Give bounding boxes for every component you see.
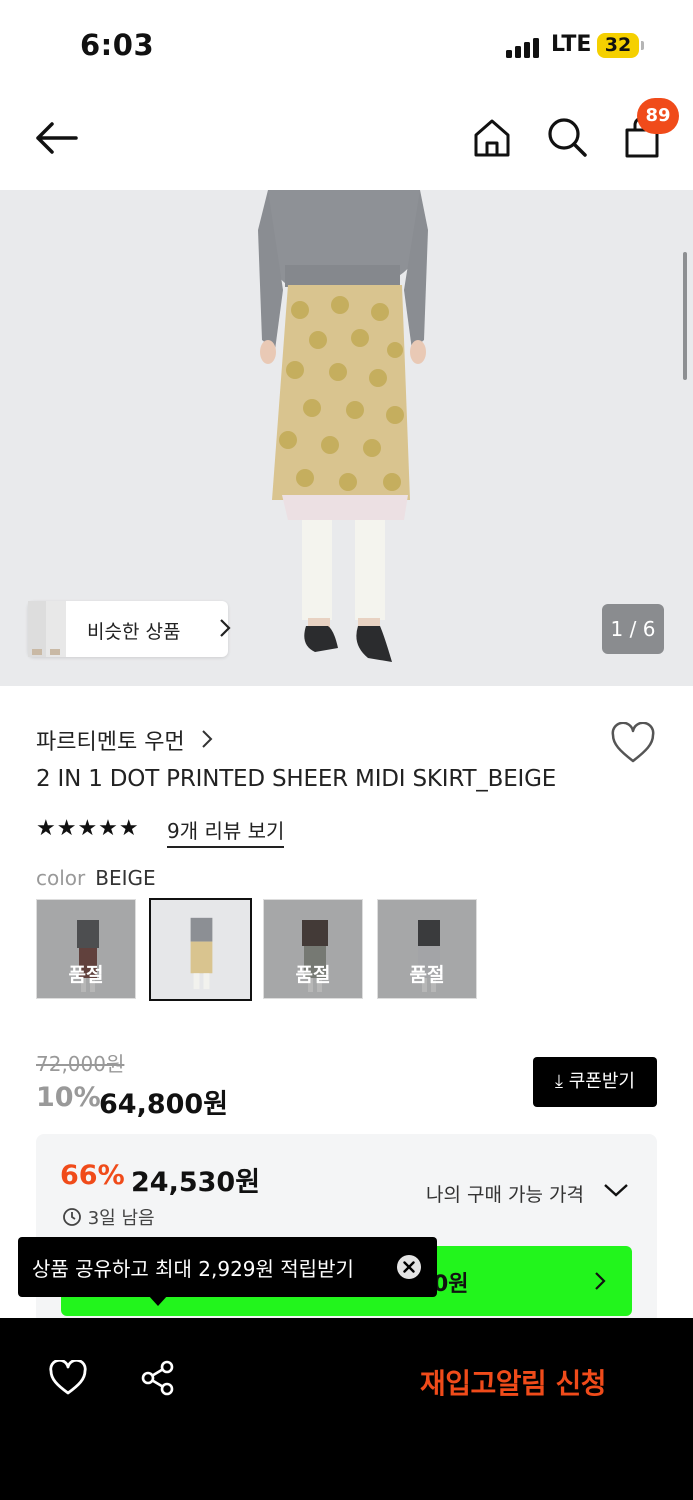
top-nav: [0, 90, 693, 190]
image-scrollbar[interactable]: [683, 252, 687, 380]
tooltip-text: 상품 공유하고 최대 2,929원 적립받기: [32, 1257, 354, 1281]
share-reward-tooltip: 상품 공유하고 최대 2,929원 적립받기: [18, 1237, 437, 1306]
status-time: 6:03: [80, 28, 155, 62]
battery-icon: 32: [597, 33, 639, 58]
brand-name[interactable]: 파르티멘토 우먼: [36, 724, 185, 756]
tooltip-tail: [148, 1295, 168, 1306]
rating-stars: ★★★★★: [36, 816, 140, 841]
similar-products-label: 비슷한 상품: [87, 621, 181, 643]
heart-icon[interactable]: [610, 722, 656, 764]
bottom-action-bar: 재입고알림 신청: [0, 1318, 693, 1500]
image-pager: 1 / 6: [602, 604, 664, 654]
restock-alert-button[interactable]: 재입고알림 신청: [420, 1362, 607, 1402]
home-icon[interactable]: [471, 117, 513, 159]
clock-icon: [63, 1208, 81, 1226]
similar-thumbnail: [28, 601, 66, 657]
color-value: BEIGE: [95, 866, 156, 890]
original-price: 72,000원: [36, 1052, 125, 1076]
product-image-carousel[interactable]: 비슷한 상품 1 / 6: [0, 190, 693, 686]
share-icon[interactable]: [138, 1358, 178, 1398]
reviews-link[interactable]: 9개 리뷰 보기: [167, 815, 285, 848]
chevron-right-icon: [595, 1272, 606, 1290]
chevron-down-icon[interactable]: [603, 1182, 629, 1198]
discount-rate: 10%: [36, 1082, 101, 1113]
coupon-button[interactable]: ⤓ 쿠폰받기: [533, 1057, 657, 1107]
color-swatch[interactable]: 품절: [36, 899, 136, 999]
days-left: 3일 남음: [62, 1204, 155, 1230]
green-button-text: 0원: [433, 1272, 469, 1297]
color-swatch[interactable]: 품절: [377, 899, 477, 999]
download-icon: ⤓: [555, 1071, 569, 1092]
network-label: LTE: [551, 32, 592, 57]
color-swatch-selected[interactable]: [149, 898, 252, 1001]
my-price-label: 나의 구매 가능 가격: [426, 1184, 584, 1206]
sale-price: 64,800원: [99, 1089, 229, 1120]
back-arrow-icon[interactable]: [32, 118, 80, 158]
color-row: color BEIGE: [36, 866, 156, 890]
sold-out-label: 품절: [68, 964, 104, 986]
sold-out-label: 품절: [409, 964, 445, 986]
color-label: color: [36, 866, 86, 890]
chevron-right-icon: [220, 619, 231, 637]
search-icon[interactable]: [546, 116, 588, 158]
battery-cap: [641, 41, 644, 50]
signal-icon: [506, 36, 540, 58]
chevron-right-icon: [202, 730, 213, 748]
heart-icon[interactable]: [48, 1360, 88, 1396]
my-price-amount: 24,530원: [131, 1167, 261, 1198]
sold-out-label: 품절: [295, 964, 331, 986]
status-bar: 6:03 LTE 32: [0, 0, 693, 90]
product-title: 2 IN 1 DOT PRINTED SHEER MIDI SKIRT_BEIG…: [36, 766, 557, 792]
days-left-text: 3일 남음: [87, 1208, 155, 1229]
cart-count-badge: 89: [637, 98, 679, 134]
coupon-label: 쿠폰받기: [568, 1071, 635, 1092]
color-swatch[interactable]: 품절: [263, 899, 363, 999]
similar-products-button[interactable]: 비슷한 상품: [28, 601, 231, 657]
my-price-percent: 66%: [60, 1160, 125, 1191]
close-icon[interactable]: [397, 1255, 421, 1279]
swatch-image: [151, 900, 250, 999]
